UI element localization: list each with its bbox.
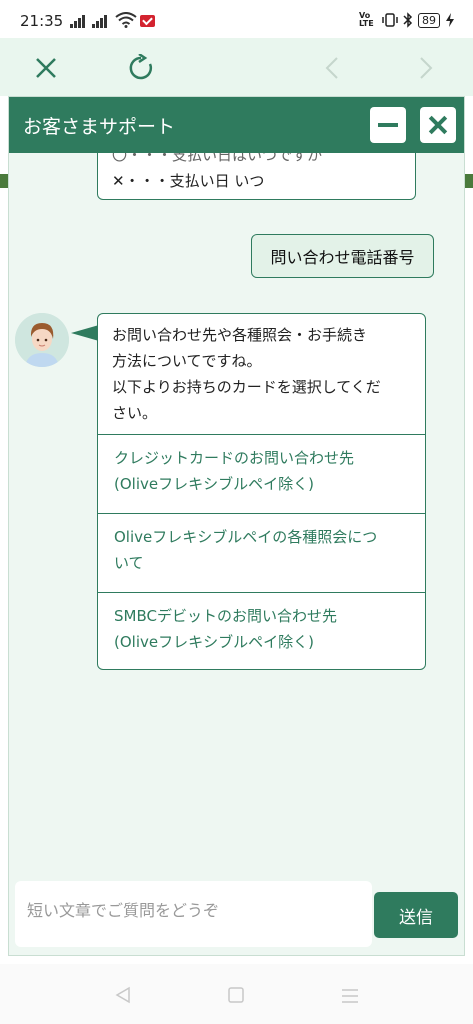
- option-olive-flexible-pay[interactable]: Oliveフレキシブルペイの各種照会につ いて: [98, 513, 425, 592]
- bot-text-line: お問い合わせ先や各種照会・お手続き: [112, 326, 368, 344]
- option-credit-card-contact[interactable]: クレジットカードのお問い合わせ先 (Oliveフレキシブルペイ除く): [98, 434, 425, 513]
- option-line: (Oliveフレキシブルペイ除く): [114, 633, 314, 651]
- back-icon[interactable]: [310, 46, 354, 90]
- status-time: 21:35: [20, 12, 64, 30]
- status-right: Vo LTE 89: [359, 12, 455, 28]
- previous-bubble-line2: ✕・・・支払い日 いつ: [112, 172, 265, 190]
- option-smbc-debit-contact[interactable]: SMBCデビットのお問い合わせ先 (Oliveフレキシブルペイ除く): [98, 592, 425, 669]
- battery-indicator: 89: [418, 12, 440, 28]
- option-line: SMBCデビットのお問い合わせ先: [114, 607, 337, 625]
- option-line: (Oliveフレキシブルペイ除く): [114, 475, 314, 493]
- operator-avatar: [15, 313, 69, 367]
- nav-home-icon[interactable]: [228, 987, 244, 1003]
- nav-back-icon[interactable]: [114, 986, 132, 1004]
- support-chat-window: 〇・・・支払い日はいつですか ✕・・・支払い日 いつ お客さまサポート 問い合わ…: [8, 96, 465, 956]
- notification-icon: [140, 15, 155, 27]
- bot-text-line: 方法についてですね。: [112, 352, 262, 370]
- lte-indicator: Vo LTE: [359, 11, 374, 28]
- send-button[interactable]: 送信: [374, 892, 458, 938]
- vibrate-icon: [382, 13, 398, 27]
- bot-message-card: お問い合わせ先や各種照会・お手続き 方法についてですね。 以下よりお持ちのカード…: [97, 313, 426, 670]
- charging-icon: [446, 13, 454, 27]
- bot-text-line: さい。: [112, 404, 158, 422]
- bot-message-text: お問い合わせ先や各種照会・お手続き 方法についてですね。 以下よりお持ちのカード…: [98, 314, 425, 434]
- minimize-button[interactable]: [370, 107, 406, 143]
- chat-title: お客さまサポート: [23, 116, 176, 138]
- close-chat-button[interactable]: [420, 107, 456, 143]
- option-line: Oliveフレキシブルペイの各種照会につ: [114, 528, 378, 546]
- close-icon[interactable]: [24, 46, 68, 90]
- bluetooth-icon: [403, 12, 413, 28]
- reload-icon[interactable]: [120, 46, 164, 90]
- user-message-bubble: 問い合わせ電話番号: [251, 234, 434, 278]
- browser-toolbar: [0, 38, 473, 96]
- bot-text-line: 以下よりお持ちのカードを選択してくだ: [112, 378, 381, 396]
- question-input[interactable]: 短い文章でご質問をどうぞ: [15, 881, 372, 947]
- option-line: いて: [114, 554, 144, 572]
- nav-menu-icon[interactable]: [341, 988, 359, 1004]
- bot-bubble-tail: [71, 325, 99, 341]
- option-line: クレジットカードのお問い合わせ先: [114, 449, 355, 467]
- system-nav-bar: [0, 964, 473, 1024]
- status-bar: 21:35 Vo LTE 89: [0, 0, 473, 38]
- wifi-icon: [115, 12, 137, 28]
- forward-icon[interactable]: [404, 46, 448, 90]
- chat-header: お客さまサポート: [9, 97, 464, 153]
